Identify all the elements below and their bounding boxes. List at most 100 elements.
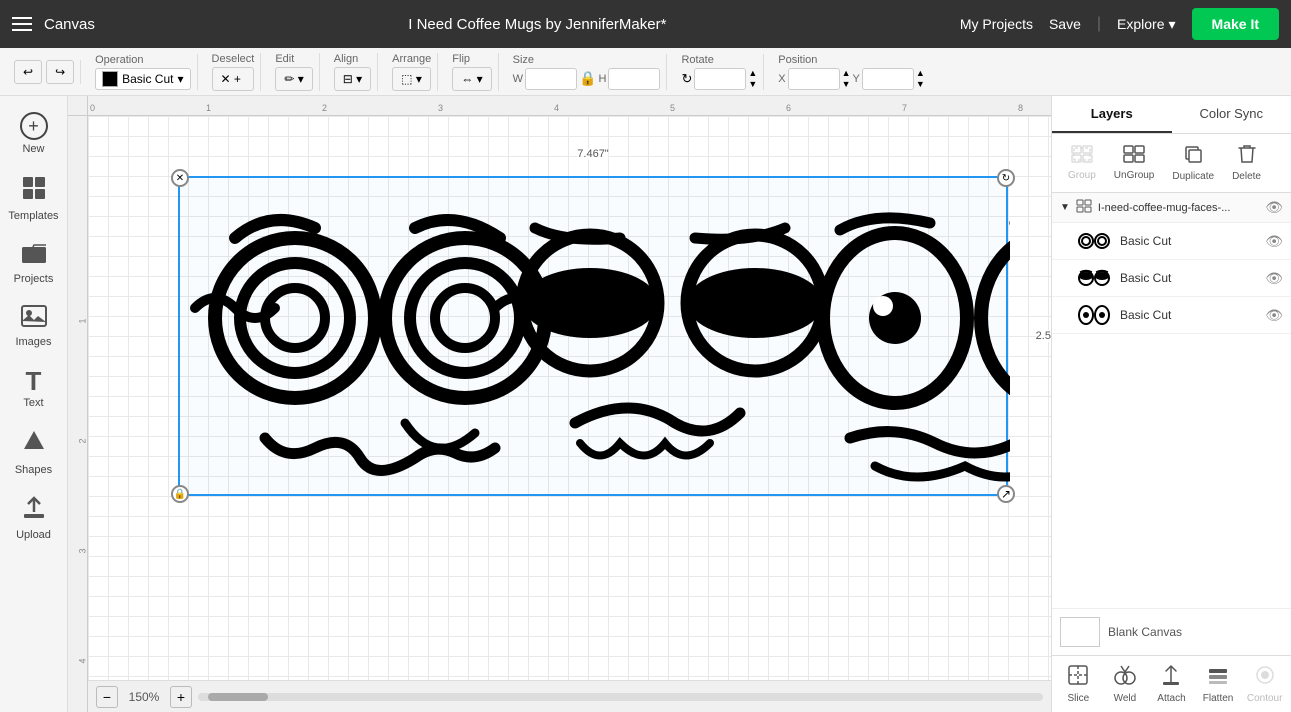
canvas-color-swatch[interactable] xyxy=(1060,617,1100,647)
undo-button[interactable]: ↩ xyxy=(14,60,42,84)
pos-y-label: Y xyxy=(853,73,860,85)
zoom-in-button[interactable]: + xyxy=(170,686,192,708)
width-input[interactable]: 7.467 xyxy=(525,68,577,90)
explore-button[interactable]: Explore ▾ xyxy=(1117,16,1176,33)
layer-visibility-3[interactable]: 👁 xyxy=(1265,307,1283,324)
save-button[interactable]: Save xyxy=(1049,16,1081,32)
pos-x-input[interactable]: 0.537 xyxy=(788,68,840,90)
left-sidebar: + New Templates Projec xyxy=(0,96,68,712)
canvas-area[interactable]: 0 1 2 3 4 5 6 7 8 1 2 3 4 5 xyxy=(68,96,1051,712)
layer-thumb-2 xyxy=(1076,264,1112,292)
horizontal-scrollbar[interactable] xyxy=(198,693,1043,701)
handle-top-right[interactable]: ↻ xyxy=(997,169,1015,187)
align-button[interactable]: ⊟ ▾ xyxy=(334,67,371,91)
layer-item-3[interactable]: Basic Cut 👁 xyxy=(1052,297,1291,334)
rotate-icon: ↻ xyxy=(681,71,692,87)
group-button[interactable]: Group xyxy=(1060,141,1104,185)
zoom-level: 150% xyxy=(124,690,164,704)
faces-svg xyxy=(180,178,1010,493)
color-swatch xyxy=(102,71,118,87)
align-group: Align ⊟ ▾ xyxy=(328,53,378,91)
duplicate-button[interactable]: Duplicate xyxy=(1164,140,1222,186)
group-icon xyxy=(1071,145,1093,168)
handle-bottom-left[interactable]: 🔒 xyxy=(171,485,189,503)
flatten-button[interactable]: Flatten xyxy=(1196,660,1241,708)
flip-group: Flip ⇔ ▾ xyxy=(446,53,498,91)
handle-top-left[interactable]: ✕ xyxy=(171,169,189,187)
sidebar-label-new: New xyxy=(22,143,44,155)
redo-button[interactable]: ↪ xyxy=(46,60,74,84)
sidebar-item-new[interactable]: + New xyxy=(4,104,64,163)
attach-button[interactable]: Attach xyxy=(1149,660,1194,708)
layer-group-name: I-need-coffee-mug-faces-... xyxy=(1098,202,1259,214)
ungroup-button[interactable]: UnGroup xyxy=(1106,141,1163,185)
selection-box[interactable]: 7.467" 2.58" ✕ ↻ 🔒 ↗ xyxy=(178,176,1008,496)
dropdown-arrow-icon: ▾ xyxy=(177,72,183,86)
main-area: + New Templates Projec xyxy=(0,96,1291,712)
contour-button[interactable]: Contour xyxy=(1242,660,1287,708)
pos-y-input[interactable]: 0.738 xyxy=(862,68,914,90)
toolbar: ↩ ↪ Operation Basic Cut ▾ Deselect ✕ + E… xyxy=(0,48,1291,96)
canvas-color-label: Blank Canvas xyxy=(1108,625,1182,639)
edit-button[interactable]: ✏ ▾ xyxy=(275,67,312,91)
weld-icon xyxy=(1114,664,1136,691)
size-group: Size W 7.467 🔒 H 2.58 xyxy=(507,54,668,90)
layer-name-2: Basic Cut xyxy=(1120,271,1257,285)
layer-visibility-1[interactable]: 👁 xyxy=(1265,233,1283,250)
ungroup-icon xyxy=(1123,145,1145,168)
arrange-group: Arrange ⬚ ▾ xyxy=(386,53,438,91)
sidebar-item-projects[interactable]: Projects xyxy=(4,234,64,293)
right-panel: Layers Color Sync Group xyxy=(1051,96,1291,712)
ruler-left: 1 2 3 4 5 xyxy=(68,116,88,712)
pos-x-stepper[interactable]: ▲▼ xyxy=(842,68,851,89)
delete-button[interactable]: Delete xyxy=(1224,140,1269,186)
tab-layers[interactable]: Layers xyxy=(1052,96,1172,133)
handle-bottom-right[interactable]: ↗ xyxy=(997,485,1015,503)
layer-visibility-2[interactable]: 👁 xyxy=(1265,270,1283,287)
layer-group-visibility[interactable]: 👁 xyxy=(1265,199,1283,216)
weld-button[interactable]: Weld xyxy=(1103,660,1148,708)
layer-item-1[interactable]: Basic Cut 👁 xyxy=(1052,223,1291,260)
operation-group: Operation Basic Cut ▾ xyxy=(89,54,197,90)
canvas-color-section: Blank Canvas xyxy=(1052,608,1291,655)
dimension-width: 7.467" xyxy=(577,148,608,160)
plus-icon: + xyxy=(20,112,48,140)
position-label: Position xyxy=(778,54,925,66)
rotate-input[interactable]: 0 xyxy=(694,68,746,90)
make-it-button[interactable]: Make It xyxy=(1192,8,1279,40)
slice-button[interactable]: Slice xyxy=(1056,660,1101,708)
pos-x-label: X xyxy=(778,73,785,85)
rotate-stepper[interactable]: ▲▼ xyxy=(748,68,757,89)
position-group: Position X 0.537 ▲▼ Y 0.738 ▲▼ xyxy=(772,54,931,90)
tab-color-sync[interactable]: Color Sync xyxy=(1172,96,1291,133)
layer-thumb-1 xyxy=(1076,227,1112,255)
flip-button[interactable]: ⇔ ▾ xyxy=(452,67,491,91)
operation-dropdown[interactable]: Basic Cut ▾ xyxy=(95,68,190,90)
projects-icon xyxy=(21,242,47,270)
zoom-out-button[interactable]: − xyxy=(96,686,118,708)
deselect-label: Deselect xyxy=(212,53,255,65)
sidebar-item-upload[interactable]: Upload xyxy=(4,488,64,549)
upload-icon xyxy=(23,496,45,526)
top-navigation: Canvas I Need Coffee Mugs by JenniferMak… xyxy=(0,0,1291,48)
scrollbar-thumb[interactable] xyxy=(208,693,268,701)
canvas-grid[interactable]: 7.467" 2.58" ✕ ↻ 🔒 ↗ xyxy=(88,116,1051,680)
sidebar-item-shapes[interactable]: Shapes xyxy=(4,421,64,484)
group-icon-small xyxy=(1076,199,1092,216)
width-label: W xyxy=(513,73,523,85)
hamburger-menu[interactable] xyxy=(12,17,32,31)
project-title: I Need Coffee Mugs by JenniferMaker* xyxy=(127,16,948,33)
my-projects-button[interactable]: My Projects xyxy=(960,16,1033,32)
height-input[interactable]: 2.58 xyxy=(608,68,660,90)
sidebar-item-templates[interactable]: Templates xyxy=(4,167,64,230)
sidebar-item-images[interactable]: Images xyxy=(4,297,64,356)
layer-group-header[interactable]: ▼ I-need-coffee-mug-faces-... 👁 xyxy=(1052,193,1291,223)
arrange-button[interactable]: ⬚ ▾ xyxy=(392,67,431,91)
deselect-group: Deselect ✕ + xyxy=(206,53,262,91)
sidebar-item-text[interactable]: T Text xyxy=(4,360,64,417)
deselect-button[interactable]: ✕ + xyxy=(212,67,255,91)
layer-item-2[interactable]: Basic Cut 👁 xyxy=(1052,260,1291,297)
dimension-height: 2.58" xyxy=(1036,330,1051,342)
pos-y-stepper[interactable]: ▲▼ xyxy=(916,68,925,89)
shapes-icon xyxy=(21,429,47,461)
